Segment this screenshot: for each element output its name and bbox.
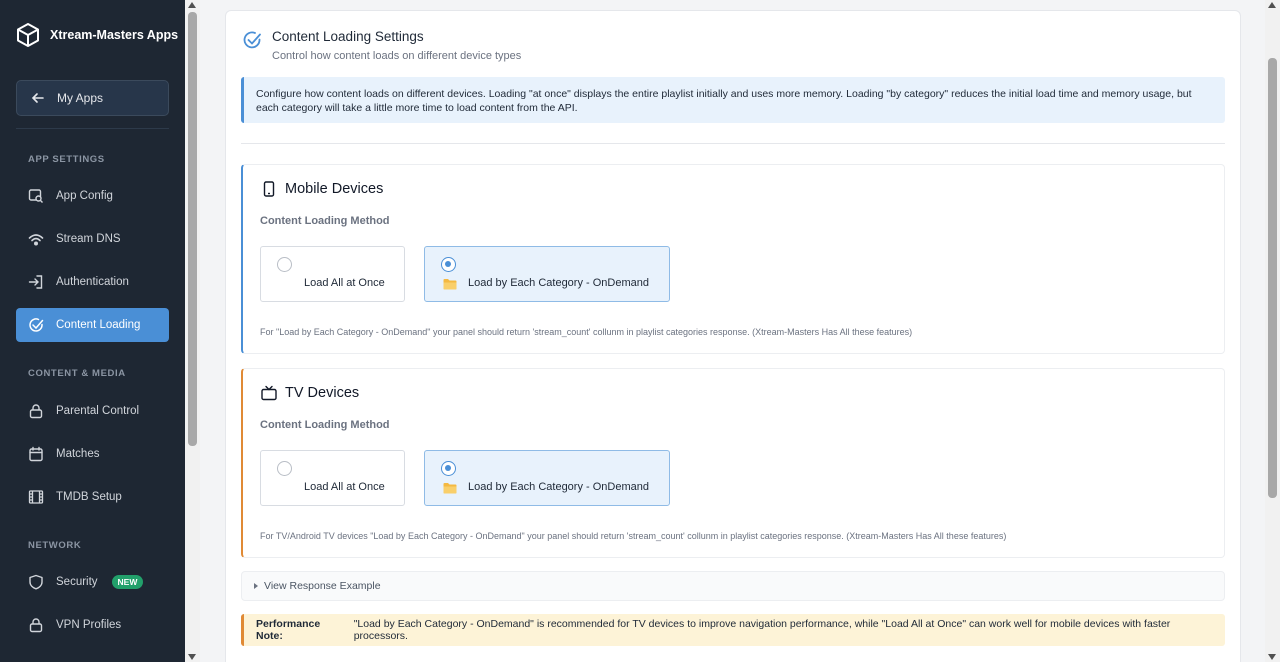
page-scroll-thumb[interactable]	[1268, 58, 1277, 498]
folder-icon	[443, 279, 457, 290]
mobile-phone-icon	[263, 181, 275, 197]
brand[interactable]: Xtream-Masters Apps	[16, 22, 178, 48]
app-config-icon	[28, 189, 43, 203]
page-scrollbar[interactable]	[1265, 0, 1280, 662]
page-subtitle: Control how content loads on different d…	[272, 50, 522, 62]
disclosure-triangle-icon	[254, 583, 258, 589]
sidebar-item-content-loading[interactable]: Content Loading	[16, 308, 169, 342]
check-circle-icon	[243, 31, 261, 49]
sidebar-item-label: Content Loading	[56, 319, 141, 331]
scroll-down-arrow-icon[interactable]	[188, 654, 196, 660]
sidebar-item-label: Stream DNS	[56, 233, 121, 245]
scroll-up-arrow-icon[interactable]	[188, 2, 196, 8]
sidebar-divider	[16, 128, 169, 129]
sidebar-item-label: Parental Control	[56, 405, 140, 417]
sidebar: Xtream-Masters Apps My Apps APP SETTINGS…	[0, 0, 185, 662]
my-apps-button[interactable]: My Apps	[16, 80, 169, 116]
sidebar-scroll-thumb[interactable]	[188, 12, 197, 446]
page-title: Content Loading Settings	[272, 29, 424, 44]
option-label: Load All at Once	[304, 481, 385, 493]
sidebar-item-authentication[interactable]: Authentication	[16, 265, 169, 299]
sidebar-scrollbar[interactable]	[185, 0, 200, 662]
mobile-load-all-radio[interactable]	[277, 257, 292, 272]
sidebar-item-matches[interactable]: Matches	[16, 437, 169, 471]
mobile-devices-title: Mobile Devices	[261, 181, 383, 197]
mobile-devices-panel: Mobile Devices Content Loading Method Lo…	[241, 164, 1225, 354]
scroll-down-arrow-icon[interactable]	[1268, 654, 1276, 660]
view-response-example-toggle[interactable]: View Response Example	[241, 571, 1225, 601]
sidebar-item-label: Authentication	[56, 276, 129, 288]
sidebar-item-tmdb-setup[interactable]: TMDB Setup	[16, 480, 169, 514]
mobile-option-load-all[interactable]: Load All at Once	[260, 246, 405, 302]
scroll-up-arrow-icon[interactable]	[1268, 2, 1276, 8]
mobile-note: For "Load by Each Category - OnDemand" y…	[260, 327, 913, 337]
wifi-icon	[28, 234, 44, 246]
section-network: NETWORK	[28, 540, 82, 551]
mobile-devices-title-text: Mobile Devices	[285, 181, 384, 197]
divider	[241, 143, 1225, 144]
my-apps-label: My Apps	[57, 91, 104, 105]
cube-logo-icon	[17, 23, 39, 47]
sidebar-item-label: TMDB Setup	[56, 491, 122, 503]
tv-devices-title-text: TV Devices	[285, 385, 360, 401]
tv-method-label: Content Loading Method	[260, 419, 390, 431]
mobile-option-load-by-category[interactable]: Load by Each Category - OnDemand	[424, 246, 670, 302]
tv-devices-panel: TV Devices Content Loading Method Load A…	[241, 368, 1225, 558]
sidebar-item-label: VPN Profiles	[56, 619, 122, 631]
arrow-left-icon	[31, 93, 44, 103]
mobile-method-label: Content Loading Method	[260, 215, 390, 227]
view-response-example-label: View Response Example	[264, 580, 381, 592]
performance-note-text: "Load by Each Category - OnDemand" is re…	[353, 618, 1171, 642]
new-badge: NEW	[111, 575, 144, 589]
folder-icon	[443, 483, 457, 494]
lock-icon	[29, 618, 43, 633]
sidebar-item-app-config[interactable]: App Config	[16, 179, 169, 213]
sidebar-item-security[interactable]: Security NEW	[16, 565, 169, 599]
tv-icon	[261, 385, 277, 401]
calendar-icon	[29, 446, 43, 462]
sidebar-item-label: Matches	[56, 448, 100, 460]
sidebar-item-label: Security	[56, 576, 98, 588]
brand-name: Xtream-Masters Apps	[50, 28, 179, 42]
tv-option-load-all[interactable]: Load All at Once	[260, 450, 405, 506]
section-app-settings: APP SETTINGS	[28, 154, 105, 165]
tv-option-load-by-category[interactable]: Load by Each Category - OnDemand	[424, 450, 670, 506]
sign-in-icon	[28, 275, 43, 289]
sidebar-item-stream-dns[interactable]: Stream DNS	[16, 222, 169, 256]
option-label: Load by Each Category - OnDemand	[468, 277, 649, 289]
tv-load-by-category-radio[interactable]	[441, 461, 456, 476]
tv-note: For TV/Android TV devices "Load by Each …	[260, 531, 1007, 541]
film-icon	[28, 490, 44, 504]
option-label: Load by Each Category - OnDemand	[468, 481, 649, 493]
performance-note: Performance Note: "Load by Each Category…	[241, 614, 1225, 646]
card-header: Content Loading Settings Control how con…	[242, 29, 521, 62]
check-circle-icon	[29, 318, 44, 332]
section-content-media: CONTENT & MEDIA	[28, 368, 126, 379]
content-loading-card: Content Loading Settings Control how con…	[225, 10, 1241, 662]
shield-icon	[29, 574, 43, 590]
sidebar-item-label: App Config	[56, 190, 113, 202]
info-alert: Configure how content loads on different…	[241, 77, 1225, 123]
tv-load-all-radio[interactable]	[277, 461, 292, 476]
lock-icon	[29, 404, 43, 419]
performance-note-label: Performance Note:	[256, 618, 321, 642]
sidebar-item-vpn-profiles[interactable]: VPN Profiles	[16, 608, 169, 642]
sidebar-item-parental-control[interactable]: Parental Control	[16, 394, 169, 428]
option-label: Load All at Once	[304, 277, 385, 289]
mobile-load-by-category-radio[interactable]	[441, 257, 456, 272]
tv-devices-title: TV Devices	[261, 385, 359, 401]
